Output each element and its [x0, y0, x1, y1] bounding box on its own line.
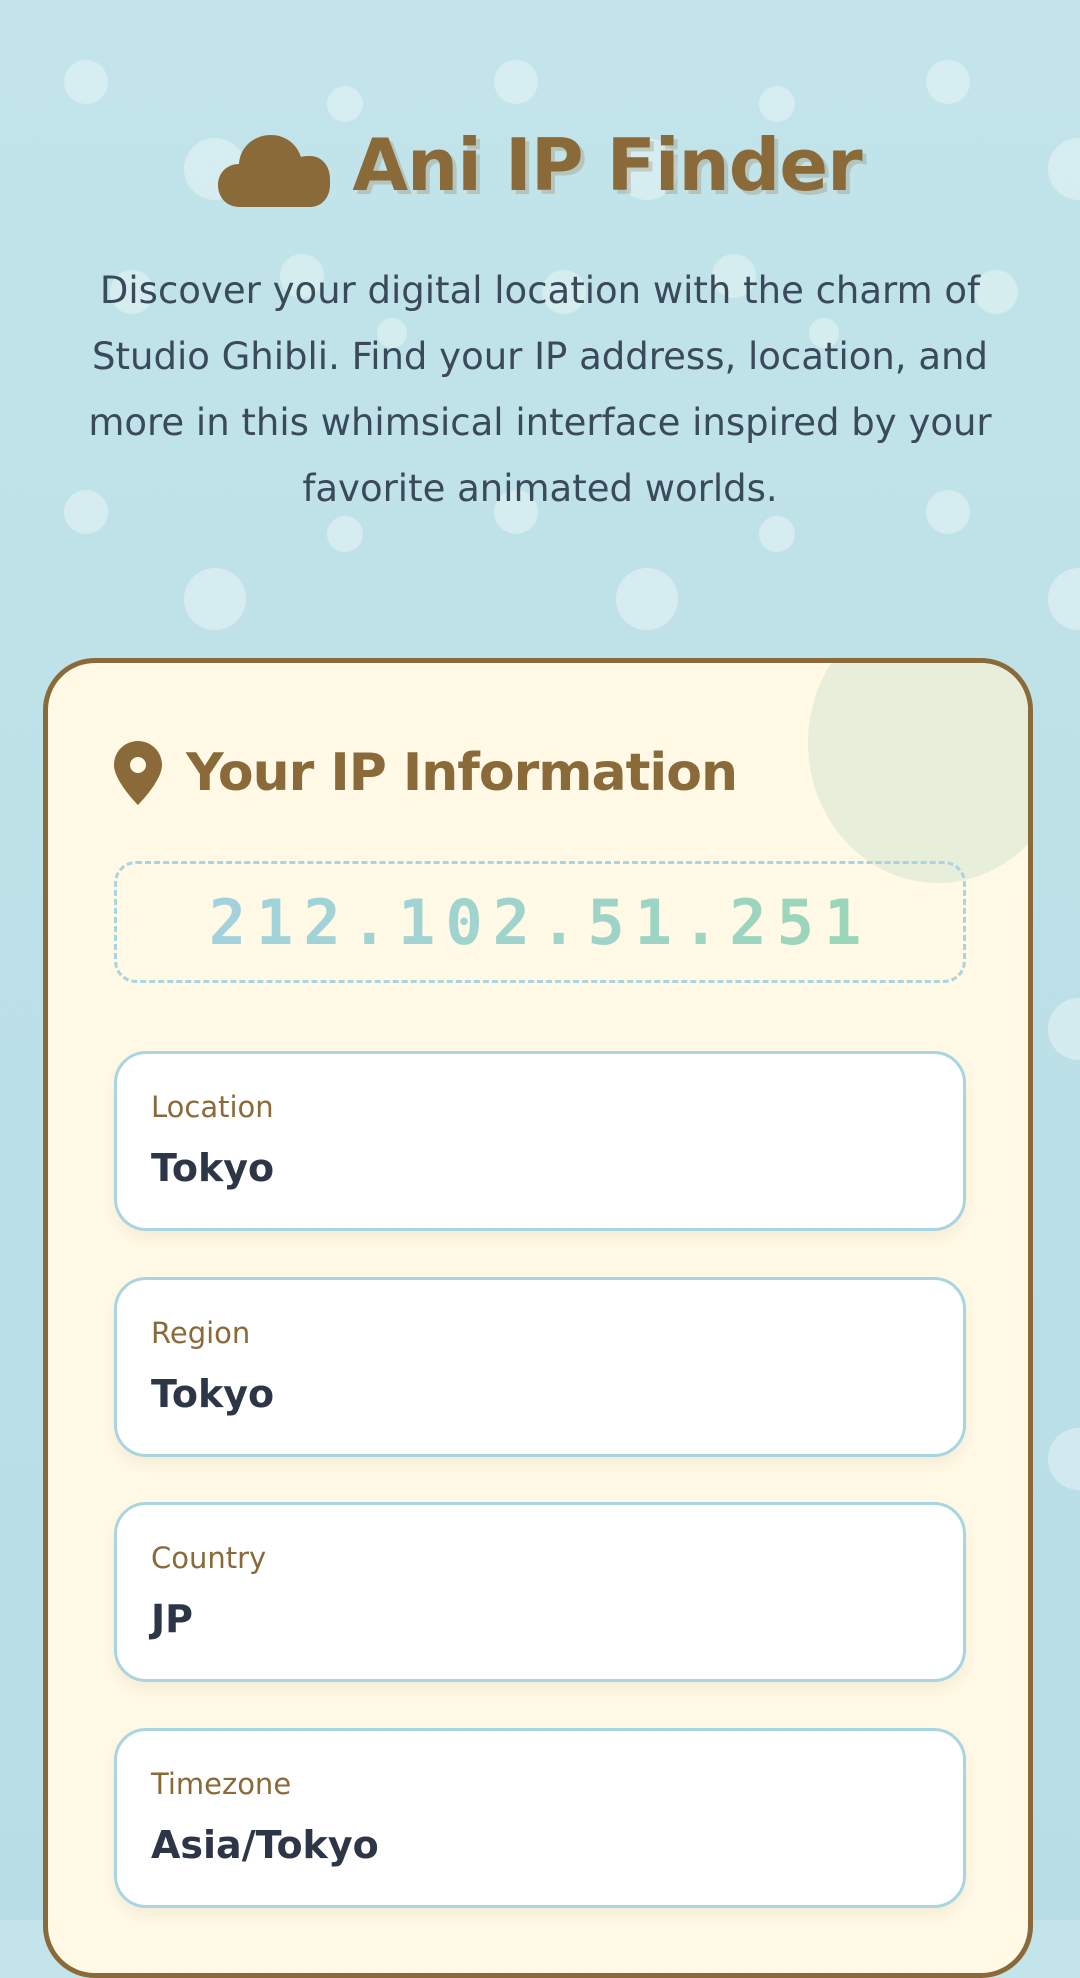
ip-address-box: 212.102.51.251 — [114, 861, 966, 983]
info-value: Tokyo — [151, 1372, 275, 1416]
cloud-icon — [218, 135, 331, 207]
title-row: Ani IP Finder — [0, 110, 1080, 220]
info-field-region: Region Tokyo — [114, 1277, 966, 1457]
info-value: Asia/Tokyo — [151, 1823, 379, 1867]
ip-address: 212.102.51.251 — [208, 885, 872, 959]
app-title: Ani IP Finder — [352, 123, 862, 207]
app-description: Discover your digital location with the … — [88, 269, 992, 510]
info-label: Location — [151, 1090, 274, 1124]
info-field-location: Location Tokyo — [114, 1051, 966, 1231]
ip-info-card: Your IP Information 212.102.51.251 Locat… — [43, 658, 1033, 1978]
info-value: Tokyo — [151, 1146, 275, 1190]
info-field-timezone: Timezone Asia/Tokyo — [114, 1728, 966, 1908]
card-decoration — [808, 663, 1028, 883]
info-label: Country — [151, 1541, 267, 1575]
info-label: Region — [151, 1316, 251, 1350]
app-header: Ani IP Finder Discover your digital loca… — [0, 110, 1080, 522]
info-field-country: Country JP — [114, 1502, 966, 1682]
card-title: Your IP Information — [186, 743, 738, 803]
card-header: Your IP Information — [114, 741, 738, 805]
map-pin-icon — [114, 741, 162, 805]
info-label: Timezone — [151, 1767, 292, 1801]
info-value: JP — [151, 1597, 193, 1641]
